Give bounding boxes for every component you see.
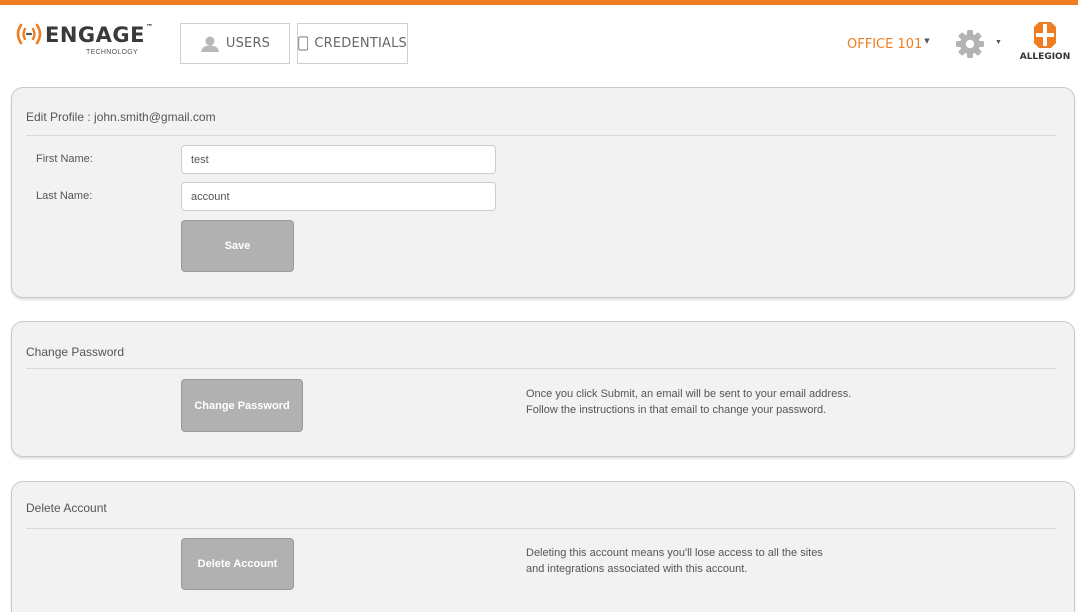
delete-account-panel: Delete Account Delete Account Deleting t…: [11, 481, 1075, 612]
logo-wordmark: ENGAGE™: [45, 23, 154, 47]
edit-profile-panel: Edit Profile : john.smith@gmail.com Firs…: [11, 87, 1075, 298]
site-selector-label: OFFICE 101: [847, 37, 923, 52]
edit-profile-divider: [26, 135, 1056, 136]
settings-caret-icon: ▼: [995, 39, 1002, 46]
credentials-nav-label: CREDENTIALS: [314, 36, 407, 51]
edit-profile-title: Edit Profile : john.smith@gmail.com: [26, 110, 216, 124]
change-password-info-line2: Follow the instructions in that email to…: [526, 404, 827, 416]
users-nav-label: USERS: [225, 36, 271, 51]
site-caret-icon: ▼: [924, 37, 930, 45]
gear-icon: [956, 30, 984, 58]
credential-card-icon: [298, 36, 309, 51]
delete-account-divider: [26, 528, 1056, 529]
allegion-logo: ALLEGION: [1014, 22, 1076, 66]
change-password-title: Change Password: [26, 345, 125, 359]
delete-account-button[interactable]: Delete Account: [181, 538, 294, 590]
users-nav-button[interactable]: USERS: [180, 23, 290, 64]
change-password-info-line1: Once you click Submit, an email will be …: [526, 388, 852, 400]
top-bar: ENGAGE™ TECHNOLOGY USERS CREDENTIALS OFF…: [0, 0, 1078, 72]
last-name-label: Last Name:: [36, 190, 93, 202]
first-name-input[interactable]: [181, 145, 496, 174]
delete-account-info-line1: Deleting this account means you'll lose …: [526, 547, 823, 559]
wireless-waves-icon: [16, 23, 42, 45]
trademark-symbol: ™: [146, 23, 154, 31]
user-icon: [200, 36, 219, 52]
delete-account-info: Deleting this account means you'll lose …: [526, 545, 823, 577]
change-password-panel: Change Password Change Password Once you…: [11, 321, 1075, 457]
delete-account-info-line2: and integrations associated with this ac…: [526, 563, 748, 575]
credentials-nav-button[interactable]: CREDENTIALS: [297, 23, 408, 64]
change-password-info: Once you click Submit, an email will be …: [526, 386, 851, 418]
change-password-button[interactable]: Change Password: [181, 379, 303, 432]
save-button[interactable]: Save: [181, 220, 294, 272]
last-name-input[interactable]: [181, 182, 496, 211]
allegion-mark-icon: [1034, 22, 1056, 48]
change-password-divider: [26, 368, 1056, 369]
site-selector[interactable]: OFFICE 101 ▼: [847, 37, 930, 52]
delete-account-title: Delete Account: [26, 501, 107, 515]
settings-menu[interactable]: ▼: [955, 29, 1002, 59]
first-name-label: First Name:: [36, 153, 93, 165]
logo-subtitle: TECHNOLOGY: [86, 49, 139, 56]
allegion-wordmark: ALLEGION: [1019, 52, 1071, 62]
